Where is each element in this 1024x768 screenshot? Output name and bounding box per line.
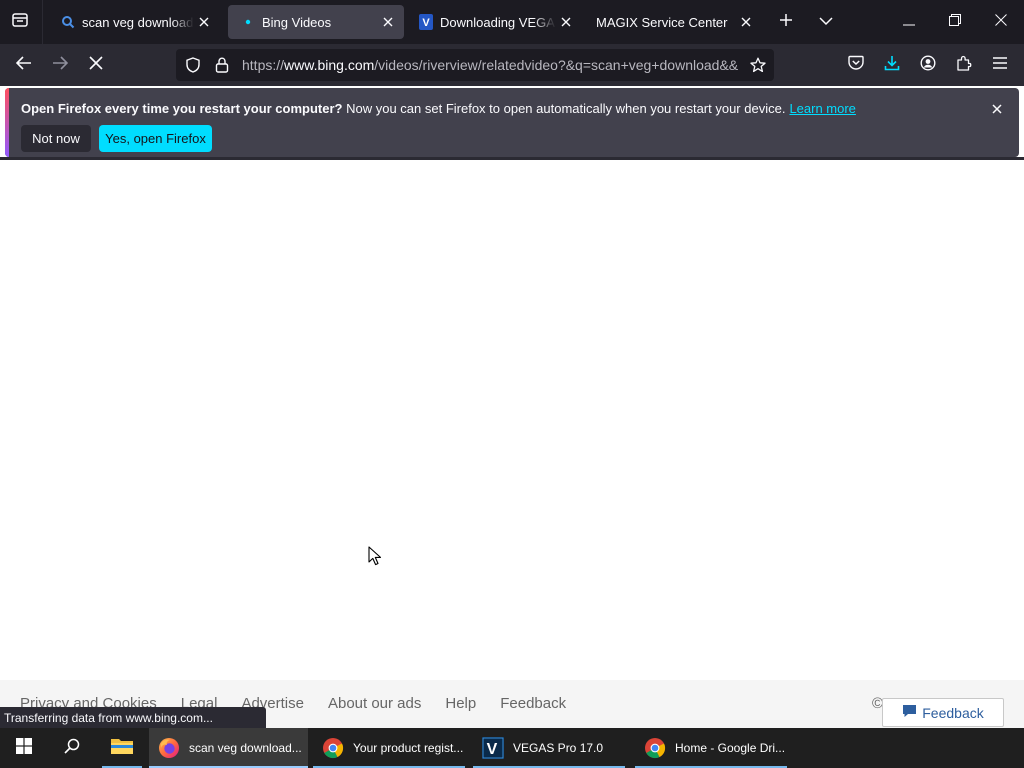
close-icon[interactable]	[736, 12, 756, 32]
tab-title: Downloading VEGAS Pr	[440, 14, 556, 30]
new-tab-button[interactable]	[772, 8, 800, 36]
firefox-view-button[interactable]	[6, 8, 34, 36]
url-host: www.bing.com	[284, 57, 375, 73]
close-window-button[interactable]	[978, 0, 1024, 44]
account-button[interactable]	[912, 49, 944, 81]
not-now-button[interactable]: Not now	[21, 125, 91, 152]
back-button[interactable]	[8, 49, 40, 81]
folder-icon	[110, 736, 134, 761]
close-icon	[995, 13, 1007, 31]
close-icon[interactable]	[556, 12, 576, 32]
tab-title: scan veg download - S	[82, 14, 194, 30]
taskbar-app-chrome-google-drive[interactable]: Home - Google Dri...	[635, 728, 787, 768]
taskbar-app-chrome-product-registration[interactable]: Your product regist...	[313, 728, 465, 768]
notification-bar: Open Firefox every time you restart your…	[5, 88, 1019, 157]
arrow-right-icon	[52, 55, 69, 75]
list-all-tabs-button[interactable]	[812, 8, 840, 36]
taskbar-app-label: VEGAS Pro 17.0	[513, 741, 604, 755]
lock-icon[interactable]	[210, 53, 234, 77]
svg-text:V: V	[422, 17, 430, 29]
chrome-icon	[643, 736, 667, 760]
url-prefix: https://	[242, 57, 285, 73]
taskbar-app-label: scan veg download...	[189, 741, 302, 755]
file-explorer-button[interactable]	[98, 728, 146, 768]
stop-button[interactable]	[80, 49, 112, 81]
feedback-button-label: Feedback	[922, 704, 984, 721]
chevron-down-icon	[819, 13, 833, 31]
arrow-left-icon	[15, 55, 32, 75]
close-icon[interactable]	[987, 99, 1007, 119]
taskbar-app-firefox[interactable]: scan veg download...	[149, 728, 308, 768]
stop-icon	[89, 55, 103, 75]
chrome-icon	[321, 736, 345, 760]
vegas-icon: V	[481, 736, 505, 760]
svg-text:V: V	[487, 741, 498, 758]
navigation-toolbar: https://www.bing.com/videos/riverview/re…	[0, 44, 1024, 86]
restore-button[interactable]	[932, 0, 978, 44]
pocket-icon	[848, 55, 864, 75]
windows-logo-icon	[16, 737, 32, 759]
extensions-button[interactable]	[948, 49, 980, 81]
download-icon	[884, 55, 900, 76]
plus-icon	[779, 13, 793, 32]
tab-downloading-vegas[interactable]: V Downloading VEGAS Pr	[406, 5, 582, 39]
taskbar-app-vegas-pro[interactable]: V VEGAS Pro 17.0	[473, 728, 625, 768]
taskbar-app-label: Home - Google Dri...	[675, 741, 786, 755]
bing-search-icon	[60, 14, 76, 30]
downloads-button[interactable]	[876, 49, 908, 81]
windows-taskbar: scan veg download... Your product regist…	[0, 728, 1024, 768]
hamburger-menu-icon	[993, 56, 1007, 74]
bookmark-star-icon[interactable]	[742, 49, 774, 81]
tab-scan-veg[interactable]: scan veg download - S	[48, 5, 220, 39]
search-icon	[64, 738, 80, 759]
minimize-icon	[903, 13, 915, 31]
tab-separator	[42, 0, 43, 44]
loading-dot-icon	[240, 14, 256, 30]
restore-icon	[949, 13, 961, 31]
taskbar-app-label: Your product regist...	[353, 741, 464, 755]
notification-text: Now you can set Firefox to open automati…	[346, 101, 786, 116]
footer-link-about-ads[interactable]: About our ads	[328, 695, 421, 712]
tab-strip: scan veg download - S Bing Videos V Down…	[0, 0, 1024, 44]
notification-message: Open Firefox every time you restart your…	[21, 101, 856, 116]
notification-accent	[5, 88, 9, 157]
puzzle-piece-icon	[956, 55, 972, 76]
footer-link-help[interactable]: Help	[445, 695, 476, 712]
firefox-view-icon	[11, 11, 29, 34]
close-icon[interactable]	[194, 12, 214, 32]
page-content	[0, 160, 1024, 728]
tab-bing-videos[interactable]: Bing Videos	[228, 5, 404, 39]
status-panel: Transferring data from www.bing.com...	[0, 707, 266, 729]
forward-button[interactable]	[44, 49, 76, 81]
feedback-button[interactable]: Feedback	[882, 698, 1004, 727]
url-text[interactable]: https://www.bing.com/videos/riverview/re…	[242, 57, 742, 73]
account-icon	[920, 54, 936, 76]
menu-button[interactable]	[984, 49, 1016, 81]
taskbar-search-button[interactable]	[48, 728, 96, 768]
mouse-cursor-icon	[368, 546, 382, 566]
footer-link-feedback[interactable]: Feedback	[500, 695, 566, 712]
address-bar[interactable]: https://www.bing.com/videos/riverview/re…	[176, 49, 774, 81]
tab-title: MAGIX Service Center	[596, 14, 728, 30]
tracking-protection-shield-icon[interactable]	[181, 53, 205, 77]
start-button[interactable]	[0, 728, 48, 768]
pocket-button[interactable]	[840, 49, 872, 81]
vegas-icon: V	[418, 14, 434, 30]
yes-open-firefox-button[interactable]: Yes, open Firefox	[99, 125, 212, 152]
minimize-button[interactable]	[886, 0, 932, 44]
notification-headline: Open Firefox every time you restart your…	[21, 101, 343, 116]
close-icon[interactable]	[378, 12, 398, 32]
url-path: /videos/riverview/relatedvideo?&q=scan+v…	[374, 57, 739, 73]
tab-magix-service[interactable]: MAGIX Service Center	[584, 5, 762, 39]
tab-title: Bing Videos	[262, 14, 332, 30]
learn-more-link[interactable]: Learn more	[789, 101, 855, 116]
speech-bubble-icon	[902, 704, 917, 721]
firefox-icon	[157, 736, 181, 760]
